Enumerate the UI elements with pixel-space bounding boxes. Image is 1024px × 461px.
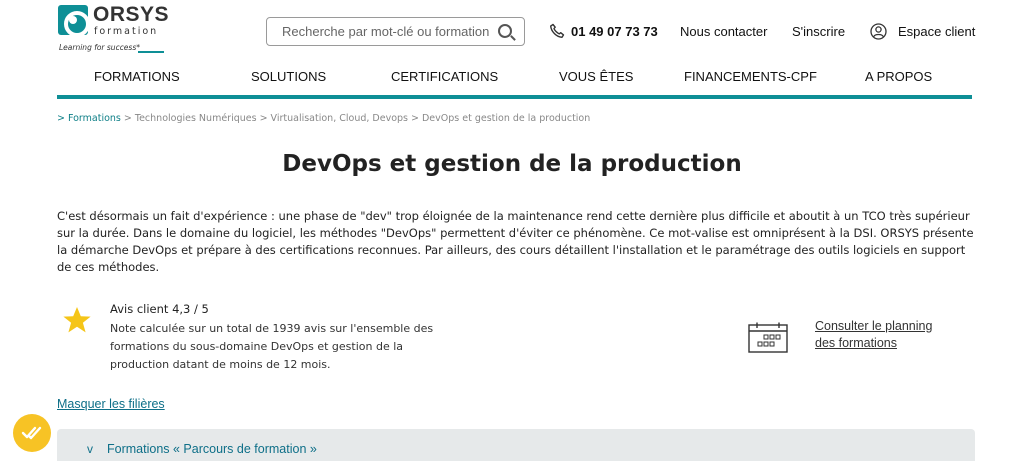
rating-title: Avis client 4,3 / 5 [110, 302, 209, 316]
nav-divider [57, 95, 972, 99]
phone-icon [550, 23, 565, 38]
contact-link[interactable]: Nous contacter [680, 24, 767, 39]
check-badge-icon [21, 426, 42, 440]
breadcrumb-rest[interactable]: > Technologies Numériques > Virtualisati… [121, 113, 590, 124]
nav-item-a-propos[interactable]: A PROPOS [865, 69, 932, 84]
calendar-icon [748, 322, 788, 353]
nav-item-solutions[interactable]: SOLUTIONS [251, 69, 326, 84]
logo-underline [138, 51, 164, 53]
search-box [266, 17, 525, 46]
accordion-label: Formations « Parcours de formation » [107, 442, 317, 456]
user-icon [870, 23, 887, 40]
breadcrumb: > Formations > Technologies Numériques >… [57, 113, 590, 124]
check-badge-button[interactable] [13, 414, 51, 452]
page-title: DevOps et gestion de la production [282, 151, 742, 177]
logo-sub: formation [94, 26, 159, 37]
accordion-parcours[interactable]: v Formations « Parcours de formation » [57, 429, 975, 461]
planning-link-line2[interactable]: des formations [815, 335, 955, 352]
nav-item-certifications[interactable]: CERTIFICATIONS [391, 69, 498, 84]
breadcrumb-prefix: > [57, 113, 68, 124]
client-space-link[interactable]: Espace client [898, 24, 975, 39]
logo-mark-icon [58, 5, 90, 37]
intro-paragraph: C'est désormais un fait d'expérience : u… [57, 209, 974, 274]
nav-item-vous-etes[interactable]: VOUS ÊTES [559, 69, 633, 84]
signup-link[interactable]: S'inscrire [792, 24, 845, 39]
chevron-down-icon: v [87, 442, 93, 456]
star-icon [63, 307, 91, 333]
planning-link-line1[interactable]: Consulter le planning [815, 318, 955, 335]
logo-name: ORSYS [93, 3, 170, 26]
phone-number[interactable]: 01 49 07 73 73 [571, 24, 658, 39]
search-input[interactable] [267, 18, 492, 45]
planning-link[interactable]: Consulter le planning des formations [815, 318, 955, 352]
hide-filters-link[interactable]: Masquer les filières [57, 397, 165, 411]
main-nav: FORMATIONS SOLUTIONS CERTIFICATIONS VOUS… [57, 66, 972, 88]
nav-item-financements-cpf[interactable]: FINANCEMENTS-CPF [684, 69, 817, 84]
rating-note: Note calculée sur un total de 1939 avis … [110, 322, 434, 371]
breadcrumb-formations[interactable]: Formations [68, 113, 121, 124]
nav-item-formations[interactable]: FORMATIONS [94, 69, 180, 84]
search-icon[interactable] [498, 24, 512, 38]
logo-tagline: Learning for success* [59, 43, 140, 52]
orsys-logo[interactable]: ORSYS formation Learning for success* [58, 3, 178, 53]
